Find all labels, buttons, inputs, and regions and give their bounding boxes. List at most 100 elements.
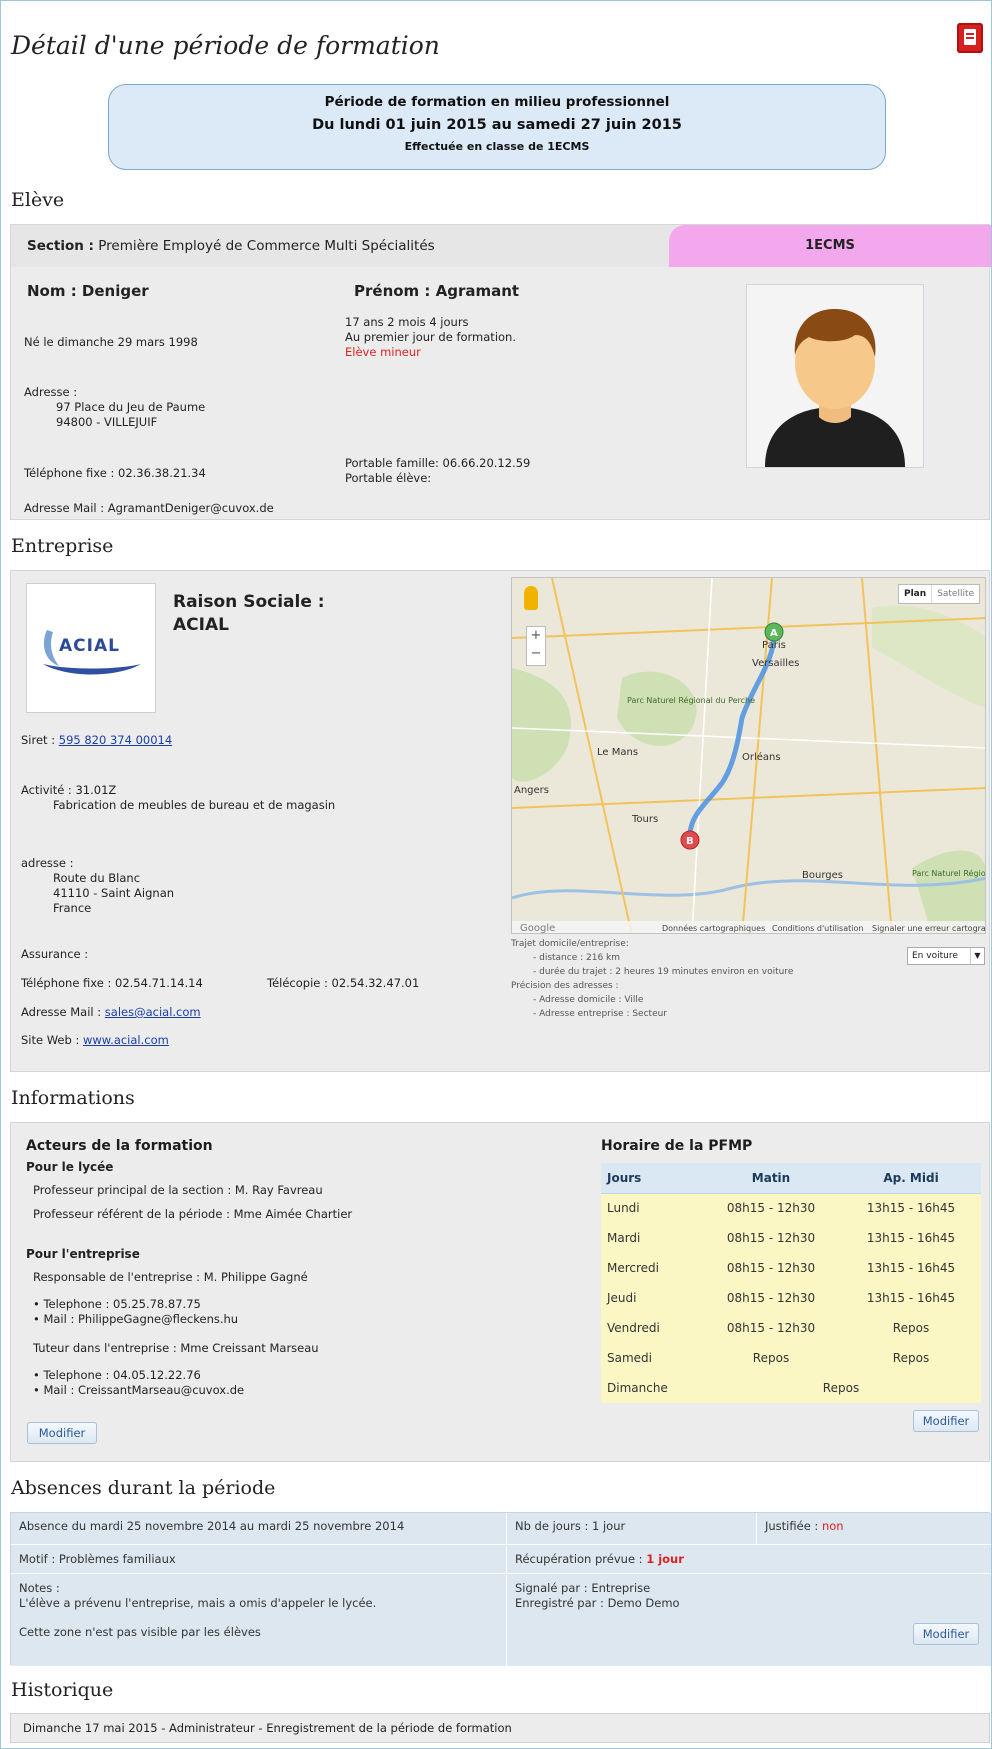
place-le-mans: Le Mans: [597, 747, 638, 758]
route-distance: - distance : 216 km: [533, 953, 621, 963]
route-title: Trajet domicile/entreprise:: [511, 939, 629, 949]
day-cell: Mardi: [601, 1223, 701, 1253]
company-email-link[interactable]: sales@acial.com: [105, 1005, 201, 1019]
schedule-table: Jours Matin Ap. Midi Lundi 08h15 - 12h30…: [601, 1163, 981, 1403]
day-cell: Vendredi: [601, 1313, 701, 1343]
student-phone: Téléphone fixe : 02.36.38.21.34: [24, 466, 206, 480]
absence-recovery: Récupération prévue : 1 jour: [507, 1546, 991, 1573]
tuteur-contacts: • Telephone : 04.05.12.22.76 • Mail : Cr…: [33, 1368, 245, 1397]
activity-code: Activité : 31.01Z: [21, 783, 117, 797]
marker-a: A: [770, 628, 778, 639]
zoom-in-button[interactable]: +: [527, 627, 545, 645]
student-mobiles: Portable famille: 06.66.20.12.59 Portabl…: [345, 456, 530, 486]
modifier-horaire-button[interactable]: Modifier: [913, 1410, 979, 1432]
company-website-link[interactable]: www.acial.com: [83, 1033, 169, 1047]
absence-notes: Notes : L'élève a prévenu l'entreprise, …: [11, 1575, 507, 1666]
absence-row-1: Absence du mardi 25 novembre 2014 au mar…: [11, 1513, 991, 1545]
pdf-icon[interactable]: [957, 23, 983, 53]
notes-text: L'élève a prévenu l'entreprise, mais a o…: [19, 1596, 377, 1610]
reported-by: Signalé par : Entreprise: [515, 1581, 651, 1595]
siret-link[interactable]: 595 820 374 00014: [59, 733, 172, 747]
marker-b: B: [686, 836, 694, 847]
absence-justified: Justifiée : non: [757, 1513, 991, 1544]
logo-text: ACIAL: [59, 636, 120, 656]
map-type-satellite[interactable]: Satellite: [932, 585, 979, 603]
section-heading-entreprise: Entreprise: [11, 535, 114, 557]
section-value: Première Employé de Commerce Multi Spéci…: [98, 238, 435, 254]
horaire-title: Horaire de la PFMP: [601, 1138, 753, 1154]
recovery-value: 1 jour: [646, 1552, 684, 1566]
morning-cell: 08h15 - 12h30: [701, 1223, 841, 1253]
map-data-link[interactable]: Données cartographiques: [662, 923, 765, 933]
responsable-phone: Telephone : 05.25.78.87.75: [43, 1297, 201, 1311]
afternoon-cell: 13h15 - 16h45: [841, 1253, 981, 1283]
section-heading-informations: Informations: [11, 1087, 135, 1109]
table-row: Mardi 08h15 - 12h30 13h15 - 16h45: [601, 1223, 981, 1253]
minor-status: Elève mineur: [345, 345, 421, 359]
afternoon-cell: Repos: [841, 1313, 981, 1343]
place-orleans: Orléans: [742, 751, 781, 763]
absence-row-2: Motif : Problèmes familiaux Récupération…: [11, 1546, 991, 1574]
company-address-2: 41110 - Saint Aignan: [53, 886, 175, 900]
table-row: Jeudi 08h15 - 12h30 13h15 - 16h45: [601, 1283, 981, 1313]
pegman-icon[interactable]: [524, 586, 538, 610]
recorded-by: Enregistré par : Demo Demo: [515, 1596, 680, 1610]
place-bourges: Bourges: [802, 870, 843, 881]
raison-value: ACIAL: [173, 615, 229, 635]
tuteur-email: Mail : CreissantMarseau@cuvox.de: [43, 1383, 245, 1397]
entreprise-panel: ACIAL Raison Sociale : ACIAL Siret : 595…: [10, 570, 990, 1072]
notes-label: Notes :: [19, 1581, 60, 1595]
age-line2: Au premier jour de formation.: [345, 330, 516, 344]
activity-block: Activité : 31.01Z Fabrication de meubles…: [21, 783, 335, 813]
schedule-header: Jours Matin Ap. Midi: [601, 1163, 981, 1194]
section-heading-historique: Historique: [11, 1679, 114, 1701]
table-row: Lundi 08h15 - 12h30 13h15 - 16h45: [601, 1193, 981, 1223]
informations-panel: Acteurs de la formation Pour le lycée Pr…: [10, 1122, 990, 1462]
avatar: [746, 284, 924, 468]
afternoon-cell: 13h15 - 16h45: [841, 1283, 981, 1313]
age-line1: 17 ans 2 mois 4 jours: [345, 315, 469, 329]
banner-line1: Période de formation en milieu professio…: [324, 94, 670, 110]
assurance: Assurance :: [21, 947, 89, 961]
map-terms-link[interactable]: Conditions d'utilisation: [772, 924, 863, 933]
map-type-plan[interactable]: Plan: [899, 585, 933, 603]
afternoon-cell: 13h15 - 16h45: [841, 1193, 981, 1223]
tuteur: Tuteur dans l'entreprise : Mme Creissant…: [33, 1341, 319, 1355]
student-nom: Nom : Deniger: [27, 282, 149, 300]
student-address: Adresse : 97 Place du Jeu de Paume 94800…: [24, 385, 205, 430]
justified-value: non: [821, 1519, 844, 1533]
precision-domicile: - Adresse domicile : Ville: [533, 995, 644, 1005]
map-google: Google: [520, 923, 555, 934]
map-type-control: Plan Satellite: [898, 584, 981, 604]
entreprise-title: Pour l'entreprise: [26, 1247, 140, 1261]
company-address-label: adresse :: [21, 856, 74, 870]
section-heading-eleve: Elève: [11, 189, 65, 211]
student-email: Adresse Mail : AgramantDeniger@cuvox.de: [24, 501, 274, 515]
morning-cell: 08h15 - 12h30: [701, 1253, 841, 1283]
modifier-acteurs-button[interactable]: Modifier: [27, 1422, 97, 1444]
zoom-out-button[interactable]: −: [527, 645, 545, 663]
travel-mode-select[interactable]: En voiture ▼: [907, 947, 985, 965]
banner-line3: Effectuée en classe de 1ECMS: [404, 140, 590, 153]
modifier-absence-button[interactable]: Modifier: [913, 1623, 979, 1645]
route-duration: - durée du trajet : 2 heures 19 minutes …: [533, 967, 794, 977]
section-line: Section : Première Employé de Commerce M…: [27, 238, 435, 254]
mobile-family: Portable famille: 06.66.20.12.59: [345, 456, 531, 470]
place-versailles: Versailles: [752, 658, 799, 669]
route-map[interactable]: A B Paris Versailles Parc Naturel Région…: [511, 577, 986, 934]
company-phone: Téléphone fixe : 02.54.71.14.14: [21, 976, 203, 990]
day-cell: Mercredi: [601, 1253, 701, 1283]
day-cell: Samedi: [601, 1343, 701, 1373]
birth-date: Né le dimanche 29 mars 1998: [24, 335, 198, 349]
company-logo: ACIAL: [26, 583, 156, 713]
col-apmidi: Ap. Midi: [841, 1163, 981, 1194]
chevron-down-icon: ▼: [970, 948, 984, 964]
day-cell: Dimanche: [601, 1373, 701, 1403]
company-email: Adresse Mail : sales@acial.com: [21, 1005, 201, 1019]
map-report-link[interactable]: Signaler une erreur cartographique: [872, 924, 986, 933]
section-heading-absences: Absences durant la période: [11, 1477, 276, 1499]
absence-days: Nb de jours : 1 jour: [507, 1513, 757, 1544]
place-tours: Tours: [631, 814, 658, 825]
col-jours: Jours: [601, 1163, 701, 1194]
absence-period: Absence du mardi 25 novembre 2014 au mar…: [11, 1513, 507, 1544]
